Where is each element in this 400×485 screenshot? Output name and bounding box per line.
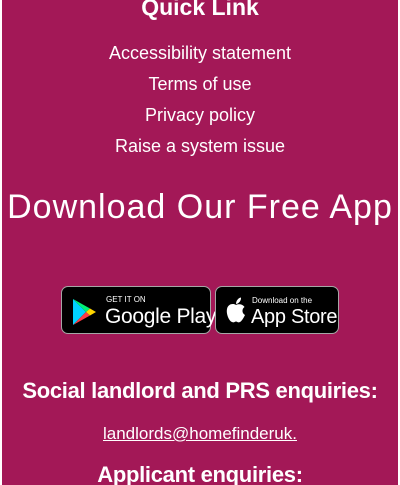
app-badges: GET IT ON Google Play Download on the Ap… (2, 286, 398, 336)
google-play-small-text: GET IT ON (106, 295, 146, 304)
footer: Quick Link Accessibility statement Terms… (2, 0, 398, 485)
quick-link-heading: Quick Link (141, 0, 259, 20)
app-store-badge[interactable]: Download on the App Store (215, 286, 339, 334)
terms-of-use-link[interactable]: Terms of use (148, 74, 251, 94)
landlord-email: landlords@homefinderuk. (2, 423, 398, 445)
raise-system-issue-link[interactable]: Raise a system issue (115, 136, 285, 156)
app-store-big-text: App Store (251, 306, 338, 328)
social-landlord-heading: Social landlord and PRS enquiries: (22, 378, 378, 403)
quick-link-item: Privacy policy (2, 102, 398, 133)
download-app-heading: Download Our Free App (7, 188, 393, 226)
quick-link-item: Accessibility statement (2, 40, 398, 71)
app-store-small-text: Download on the (252, 296, 313, 305)
google-play-icon (71, 298, 99, 331)
quick-link-item: Terms of use (2, 71, 398, 102)
accessibility-statement-link[interactable]: Accessibility statement (109, 43, 291, 63)
google-play-big-text: Google Play (105, 305, 217, 328)
privacy-policy-link[interactable]: Privacy policy (145, 105, 255, 125)
landlord-email-link[interactable]: landlords@homefinderuk. (103, 424, 297, 443)
quick-link-item: Raise a system issue (2, 133, 398, 164)
quick-link-list: Accessibility statement Terms of use Pri… (2, 40, 398, 164)
google-play-badge[interactable]: GET IT ON Google Play (61, 286, 216, 334)
applicant-enquiries-heading: Applicant enquiries: (97, 462, 303, 485)
apple-icon (225, 296, 247, 329)
